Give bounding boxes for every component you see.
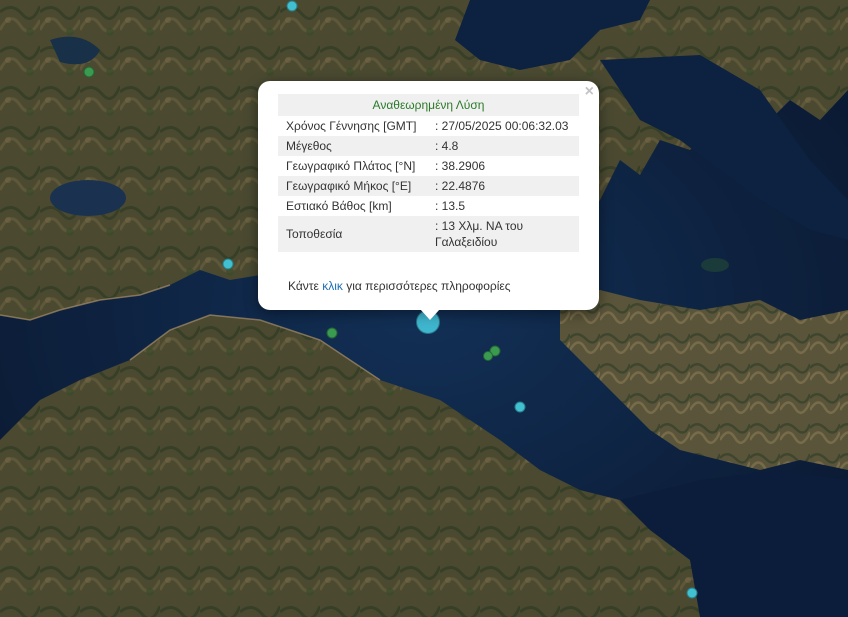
latitude-label: Γεωγραφικό Πλάτος [°N] bbox=[286, 159, 416, 173]
table-row: Εστιακό Βάθος [km] : 13.5 bbox=[278, 196, 579, 216]
depth-label: Εστιακό Βάθος [km] bbox=[286, 199, 392, 213]
location-label: Τοποθεσία bbox=[278, 216, 427, 252]
magnitude-value: : 4.8 bbox=[427, 136, 579, 156]
table-row: Γεωγραφικό Μήκος [°E] : 22.4876 bbox=[278, 176, 579, 196]
lake-west bbox=[50, 180, 126, 216]
longitude-value: : 22.4876 bbox=[427, 176, 579, 196]
table-row: Χρόνος Γέννησης [GMT] : 27/05/2025 00:06… bbox=[278, 116, 579, 136]
depth-value: : 13.5 bbox=[435, 199, 466, 213]
earthquake-marker[interactable] bbox=[326, 327, 338, 339]
origin-time-label: Χρόνος Γέννησης [GMT] bbox=[286, 119, 417, 133]
popup-tip bbox=[420, 309, 440, 320]
earthquake-marker[interactable] bbox=[686, 587, 698, 599]
earthquake-details-table: Αναθεωρημένη Λύση Χρόνος Γέννησης [GMT] … bbox=[278, 94, 579, 252]
lake-small bbox=[701, 258, 729, 272]
earthquake-marker[interactable] bbox=[222, 258, 234, 270]
table-row: Τοποθεσία : 13 Χλμ. ΝΑ του Γαλαξειδίου bbox=[278, 216, 579, 252]
magnitude-label: Μέγεθος bbox=[278, 136, 427, 156]
more-info-line: Κάντε κλικ για περισσότερες πληροφορίες bbox=[288, 279, 511, 293]
earthquake-marker[interactable] bbox=[514, 401, 526, 413]
location-value: : 13 Χλμ. ΝΑ του Γαλαξειδίου bbox=[427, 216, 579, 252]
more-info-prefix: Κάντε bbox=[288, 279, 323, 293]
origin-time-value: : 27/05/2025 00:06:32.03 bbox=[435, 119, 569, 133]
earthquake-marker[interactable] bbox=[83, 66, 95, 78]
earthquake-marker[interactable] bbox=[286, 0, 298, 12]
earthquake-marker[interactable] bbox=[483, 351, 493, 361]
popup-title: Αναθεωρημένη Λύση bbox=[278, 94, 579, 116]
earthquake-info-popup: × Αναθεωρημένη Λύση Χρόνος Γέννησης [GMT… bbox=[258, 81, 599, 320]
more-info-link[interactable]: κλικ bbox=[322, 279, 343, 293]
close-icon[interactable]: × bbox=[585, 84, 594, 100]
latitude-value: : 38.2906 bbox=[435, 159, 486, 173]
more-info-suffix: για περισσότερες πληροφορίες bbox=[342, 279, 511, 293]
table-row: Μέγεθος : 4.8 bbox=[278, 136, 579, 156]
table-row: Γεωγραφικό Πλάτος [°N] : 38.2906 bbox=[278, 156, 579, 176]
longitude-label: Γεωγραφικό Μήκος [°E] bbox=[278, 176, 427, 196]
